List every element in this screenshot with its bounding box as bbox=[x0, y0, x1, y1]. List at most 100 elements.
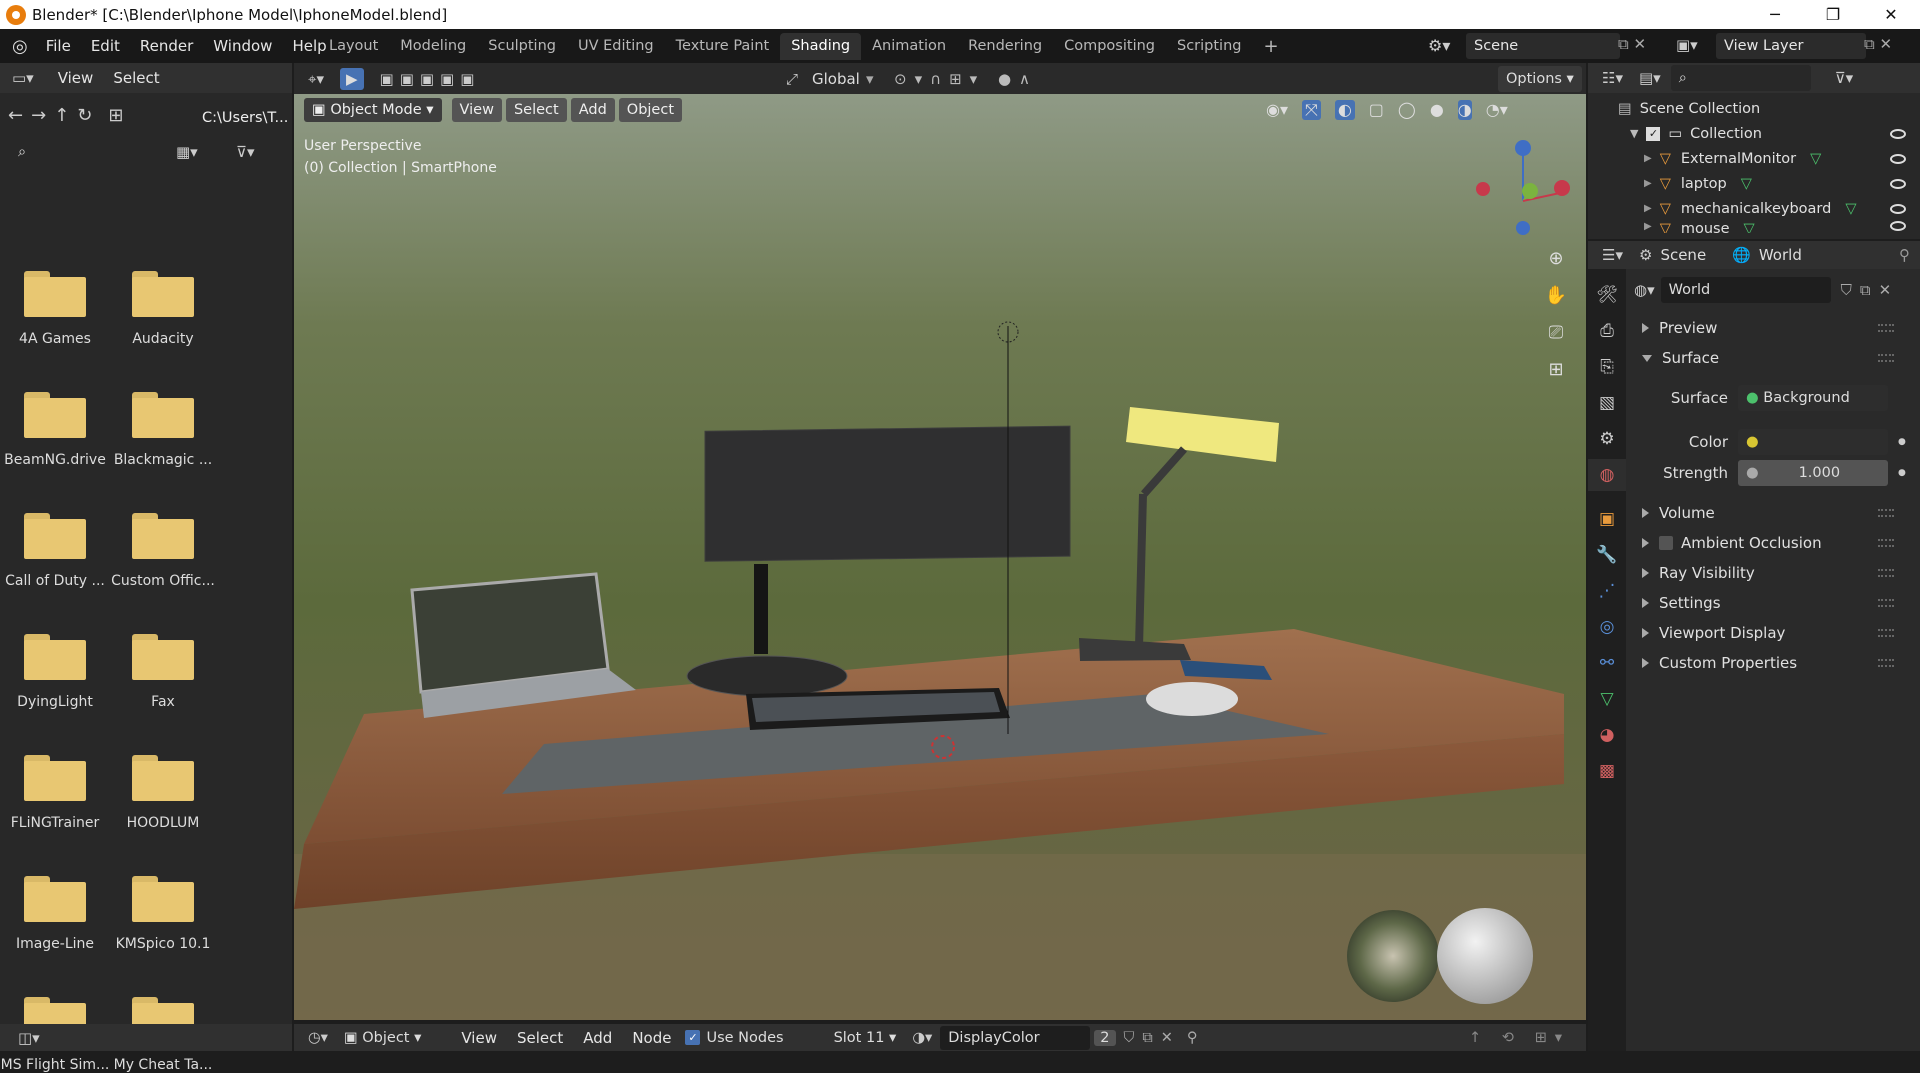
render-tab-icon[interactable]: ⎙ bbox=[1588, 315, 1626, 347]
data-tab-icon[interactable]: ▽ bbox=[1588, 683, 1626, 715]
material-browse-icon[interactable]: ◑▾ bbox=[912, 1030, 932, 1046]
pivot-snap-icons[interactable]: ⊙▾∩⊞▾ ●∧ bbox=[894, 70, 1038, 88]
shading-wireframe-icon[interactable]: ◯ bbox=[1398, 100, 1416, 120]
folder-item[interactable]: 4A Games bbox=[0, 271, 110, 347]
use-nodes-checkbox[interactable]: ✓ bbox=[685, 1030, 701, 1045]
visibility-icon[interactable]: ◉▾ bbox=[1266, 100, 1288, 120]
folder-item[interactable]: HOODLUM bbox=[108, 755, 218, 831]
shader-type-dropdown[interactable]: ▣ Object ▾ bbox=[344, 1030, 421, 1046]
camera-view-icon[interactable]: ⎚ bbox=[1540, 316, 1572, 348]
menu-edit[interactable]: Edit bbox=[81, 37, 130, 55]
editor-type-icon[interactable]: ▭▾ bbox=[12, 69, 34, 87]
visibility-eye-icon[interactable] bbox=[1890, 203, 1906, 214]
back-icon[interactable]: ← bbox=[8, 105, 23, 126]
folder-item[interactable]: Audacity bbox=[108, 271, 218, 347]
parent-dir-icon[interactable]: ↑ bbox=[54, 105, 69, 126]
forward-icon[interactable]: → bbox=[31, 105, 46, 126]
tab-scripting[interactable]: Scripting bbox=[1166, 33, 1252, 60]
breadcrumb-scene[interactable]: Scene bbox=[1660, 246, 1706, 264]
new-scene-icon[interactable]: ⧉ ✕ bbox=[1618, 35, 1646, 53]
constraints-tab-icon[interactable]: ⚯ bbox=[1588, 647, 1626, 679]
tab-compositing[interactable]: Compositing bbox=[1053, 33, 1166, 60]
shader-editor-type-icon[interactable]: ◷▾ bbox=[308, 1030, 328, 1046]
folder-item[interactable]: Custom Offic... bbox=[108, 513, 218, 589]
panel-preview[interactable]: Preview bbox=[1628, 313, 1900, 343]
tab-modeling[interactable]: Modeling bbox=[389, 33, 477, 60]
properties-editor-icon[interactable]: ☰▾ bbox=[1602, 246, 1623, 264]
vp-menu-add[interactable]: Add bbox=[570, 98, 615, 122]
gizmo-z-axis[interactable] bbox=[1515, 140, 1531, 156]
pin-icon[interactable]: ⚲ bbox=[1187, 1030, 1198, 1046]
panel-custom-properties[interactable]: Custom Properties bbox=[1628, 648, 1900, 678]
tab-shading[interactable]: Shading bbox=[780, 33, 862, 60]
expand-chevron-icon[interactable]: ▶ bbox=[1644, 178, 1652, 189]
panel-ambient-occlusion[interactable]: Ambient Occlusion bbox=[1628, 528, 1900, 558]
new-material-icon[interactable]: ⧉ bbox=[1142, 1030, 1152, 1046]
shading-material-icon[interactable]: ◑ bbox=[1457, 100, 1472, 120]
fb-menu-view[interactable]: View bbox=[48, 69, 104, 87]
mesh-data-icon[interactable]: ▽ bbox=[1741, 176, 1752, 192]
scene-collection-row[interactable]: ▤ Scene Collection bbox=[1618, 96, 1760, 121]
slot-dropdown[interactable]: Slot 11 ▾ bbox=[834, 1030, 897, 1046]
options-dropdown[interactable]: Options ▾ bbox=[1498, 66, 1582, 92]
outliner-object-row[interactable]: ▶ ▽ ExternalMonitor ▽ bbox=[1644, 146, 1920, 171]
refresh-icon[interactable]: ↻ bbox=[77, 105, 92, 126]
mesh-data-icon[interactable]: ▽ bbox=[1845, 201, 1856, 217]
directory-path-field[interactable]: C:\Users\T... bbox=[194, 105, 288, 131]
restore-button[interactable]: ❐ bbox=[1804, 0, 1862, 29]
transform-orientation-icon[interactable]: ⤢ bbox=[786, 70, 798, 88]
vp-menu-view[interactable]: View bbox=[451, 98, 502, 122]
material-users-count[interactable]: 2 bbox=[1094, 1029, 1116, 1046]
file-search-field[interactable]: ⌕ bbox=[10, 139, 160, 165]
display-mode-icon[interactable]: ▦▾ bbox=[176, 143, 198, 161]
output-tab-icon[interactable]: ⎘ bbox=[1588, 351, 1626, 383]
folder-item[interactable]: KMSpico 10.1 bbox=[108, 876, 218, 952]
scene-field[interactable]: Scene bbox=[1466, 33, 1620, 59]
material-name-field[interactable]: DisplayColor bbox=[940, 1025, 1091, 1050]
drag-grip-icon[interactable] bbox=[1878, 509, 1894, 517]
view-layer-icon[interactable]: ▣▾ bbox=[1676, 36, 1698, 54]
fb-menu-select[interactable]: Select bbox=[103, 69, 169, 87]
breadcrumb-world[interactable]: World bbox=[1759, 246, 1802, 264]
mesh-data-icon[interactable]: ▽ bbox=[1744, 221, 1755, 233]
shading-solid-icon[interactable]: ● bbox=[1430, 100, 1444, 120]
xray-icon[interactable]: ▢ bbox=[1369, 100, 1384, 120]
duplicate-icon[interactable]: ⧉ bbox=[1860, 281, 1871, 299]
visibility-eye-icon[interactable] bbox=[1890, 221, 1906, 231]
outliner-editor-icon[interactable]: ☷▾ bbox=[1602, 69, 1623, 87]
folder-item[interactable]: Image-Line bbox=[0, 876, 110, 952]
tab-rendering[interactable]: Rendering bbox=[957, 33, 1053, 60]
folder-item[interactable]: DyingLight bbox=[0, 634, 110, 710]
material-tab-icon[interactable]: ◕ bbox=[1588, 719, 1626, 751]
drag-grip-icon[interactable] bbox=[1878, 569, 1894, 577]
outliner-object-row[interactable]: ▶ ▽ mechanicalkeyboard ▽ bbox=[1644, 196, 1920, 221]
filter-icon[interactable]: ⊽▾ bbox=[236, 143, 255, 161]
gizmo-toggle-icon[interactable]: ⤧ bbox=[1302, 100, 1321, 120]
mesh-data-icon[interactable]: ▽ bbox=[1810, 151, 1821, 167]
particles-tab-icon[interactable]: ⋰ bbox=[1588, 575, 1626, 607]
drag-grip-icon[interactable] bbox=[1878, 539, 1894, 547]
display-mode-icon[interactable]: ▤▾ bbox=[1639, 69, 1661, 87]
view-layer-tab-icon[interactable]: ▧ bbox=[1588, 387, 1626, 419]
texture-tab-icon[interactable]: ▩ bbox=[1588, 755, 1626, 787]
folder-item[interactable]: FLiNGTrainer bbox=[0, 755, 110, 831]
tab-animation[interactable]: Animation bbox=[861, 33, 957, 60]
tool-tab-icon[interactable]: 🛠 bbox=[1588, 279, 1626, 311]
mode-dropdown[interactable]: ▣ Object Mode ▾ bbox=[304, 98, 442, 122]
add-workspace-icon[interactable]: + bbox=[1252, 33, 1289, 60]
outliner-object-row[interactable]: ▶ ▽ laptop ▽ bbox=[1644, 171, 1920, 196]
tab-layout[interactable]: Layout bbox=[318, 33, 389, 60]
fake-user-icon[interactable]: ⛉ bbox=[1841, 281, 1852, 299]
overlays-icon[interactable]: ◐ bbox=[1334, 100, 1355, 120]
expand-chevron-icon[interactable]: ▼ bbox=[1630, 127, 1638, 140]
physics-tab-icon[interactable]: ◎ bbox=[1588, 611, 1626, 643]
strength-field[interactable]: ● 1.000 bbox=[1738, 460, 1888, 486]
3d-viewport[interactable]: ▣ Object Mode ▾ View Select Add Object ◉… bbox=[294, 94, 1586, 1020]
drag-grip-icon[interactable] bbox=[1878, 599, 1894, 607]
gizmo-neg-x[interactable] bbox=[1476, 182, 1490, 196]
new-view-layer-icon[interactable]: ⧉ ✕ bbox=[1864, 35, 1892, 53]
outliner-object-row[interactable]: ▶ ▽ mouse ▽ bbox=[1644, 221, 1920, 233]
ao-checkbox[interactable] bbox=[1659, 536, 1673, 550]
se-menu-select[interactable]: Select bbox=[507, 1029, 573, 1047]
scene-selector-icon[interactable]: ⚙▾ bbox=[1428, 36, 1450, 55]
